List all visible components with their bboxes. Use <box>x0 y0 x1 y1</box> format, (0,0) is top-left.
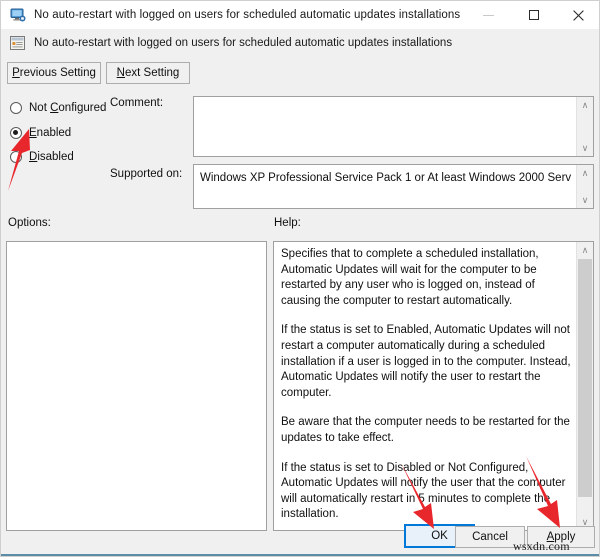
comment-input[interactable]: ∧ ∨ <box>193 96 594 157</box>
policy-setting-icon <box>10 35 25 50</box>
bottom-edge <box>1 554 599 556</box>
radio-disabled[interactable]: Disabled <box>10 149 74 165</box>
minimize-button[interactable] <box>466 1 511 29</box>
comment-scroll-down-icon[interactable]: ∨ <box>577 140 593 156</box>
help-paragraph: If the status is set to Enabled, Automat… <box>281 324 571 399</box>
group-policy-setting-dialog: No auto-restart with logged on users for… <box>0 0 600 557</box>
options-panel[interactable] <box>6 241 267 531</box>
help-paragraph: If the status is set to Disabled or Not … <box>281 461 566 521</box>
supported-scroll-down-icon[interactable]: ∨ <box>577 192 593 208</box>
help-text: Specifies that to complete a scheduled i… <box>281 247 571 530</box>
monitor-policy-icon <box>10 8 26 22</box>
help-panel: Specifies that to complete a scheduled i… <box>273 241 594 531</box>
next-setting-accesskey: N <box>116 67 125 79</box>
watermark: wsxdn.com <box>513 539 570 553</box>
help-label: Help: <box>274 217 301 229</box>
radio-not-configured-label: Not Configured <box>29 102 107 114</box>
supported-on-field[interactable]: Windows XP Professional Service Pack 1 o… <box>193 164 594 209</box>
supported-on-value: Windows XP Professional Service Pack 1 o… <box>200 172 571 184</box>
help-scroll-thumb[interactable] <box>578 259 592 497</box>
comment-label: Comment: <box>110 97 164 109</box>
help-paragraph: Specifies that to complete a scheduled i… <box>281 248 539 307</box>
cancel-button-label: Cancel <box>472 531 508 543</box>
radio-not-configured-mark <box>10 102 22 114</box>
help-paragraph: Be aware that the computer needs to be r… <box>281 416 570 444</box>
comment-scroll-up-icon[interactable]: ∧ <box>577 97 593 113</box>
supported-scroll-up-icon[interactable]: ∧ <box>577 165 593 181</box>
previous-setting-button[interactable]: Previous Setting <box>7 62 101 84</box>
comment-scrollbar[interactable]: ∧ ∨ <box>576 97 593 156</box>
radio-enabled-label: Enabled <box>29 127 72 139</box>
help-scroll-up-icon[interactable]: ∧ <box>577 242 593 258</box>
window-controls <box>466 1 599 29</box>
ok-button-label: OK <box>431 530 448 542</box>
next-setting-button[interactable]: Next Setting <box>106 62 190 84</box>
radio-not-configured[interactable]: Not Configured <box>10 100 106 116</box>
supported-on-label: Supported on: <box>110 168 183 180</box>
previous-setting-accesskey: P <box>12 67 20 79</box>
radio-disabled-label: Disabled <box>29 151 74 163</box>
radio-disabled-mark <box>10 151 22 163</box>
next-setting-label: ext Setting <box>124 67 180 79</box>
policy-name-header: No auto-restart with logged on users for… <box>1 29 599 56</box>
options-label: Options: <box>8 217 51 229</box>
radio-enabled[interactable]: Enabled <box>10 125 71 141</box>
policy-name-text: No auto-restart with logged on users for… <box>34 36 453 49</box>
previous-setting-label: revious Setting <box>19 67 96 79</box>
maximize-button[interactable] <box>511 1 556 29</box>
window-title: No auto-restart with logged on users for… <box>34 9 461 21</box>
close-button[interactable] <box>556 1 599 29</box>
help-scrollbar[interactable]: ∧ ∨ <box>576 242 593 530</box>
radio-enabled-mark <box>10 127 22 139</box>
supported-on-scrollbar[interactable]: ∧ ∨ <box>576 165 593 208</box>
title-bar: No auto-restart with logged on users for… <box>1 1 599 29</box>
